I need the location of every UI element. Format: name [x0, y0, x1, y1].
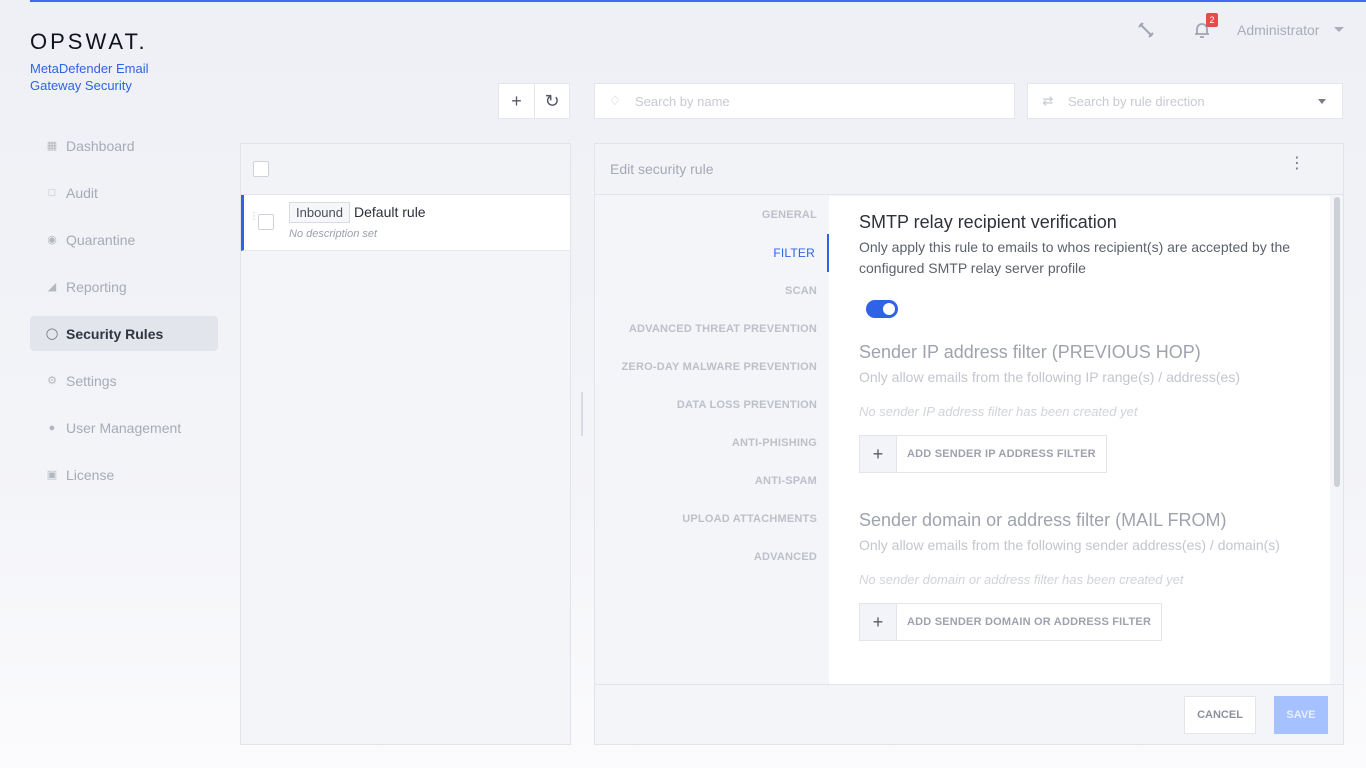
edit-panel-title: Edit security rule: [595, 144, 1343, 195]
sidebar-item-label: Audit: [66, 184, 98, 201]
tab-upload-attachments[interactable]: UPLOAD ATTACHMENTS: [595, 500, 829, 538]
edit-tabs: GENERAL FILTER SCAN ADVANCED THREAT PREV…: [595, 196, 829, 576]
filter-content: SMTP relay recipient verification Only a…: [829, 196, 1330, 686]
chevron-down-icon[interactable]: [1334, 27, 1344, 32]
plus-icon: +: [511, 90, 522, 111]
tab-general[interactable]: GENERAL: [595, 196, 829, 234]
notification-badge: 2: [1206, 13, 1218, 27]
rule-description: No description set: [289, 228, 378, 240]
sidebar-item-quarantine[interactable]: ◉ Quarantine: [30, 222, 218, 257]
section-description: Only allow emails from the following IP …: [859, 369, 1241, 385]
tab-advanced[interactable]: ADVANCED: [595, 538, 829, 576]
unlink-icon[interactable]: [1136, 20, 1158, 42]
rules-list-panel: ⋮ Inbound Default rule No description se…: [240, 143, 571, 745]
tab-anti-phishing[interactable]: ANTI-PHISHING: [595, 424, 829, 462]
quarantine-icon: ◉: [47, 234, 57, 246]
section-title: Sender domain or address filter (MAIL FR…: [859, 510, 1227, 530]
gear-icon: ⚙: [47, 375, 57, 387]
sidebar-item-label: License: [66, 466, 115, 483]
shield-icon: ◯: [45, 328, 59, 340]
section-description: Only allow emails from the following sen…: [859, 537, 1280, 553]
sidebar-item-label: Settings: [66, 372, 117, 389]
table-row[interactable]: ⋮ Inbound Default rule No description se…: [241, 195, 570, 251]
logo-wordmark: OPSWAT.: [30, 29, 148, 54]
sidebar-item-dashboard[interactable]: ▦ Dashboard: [30, 128, 218, 163]
more-options-icon[interactable]: ⋮: [1289, 156, 1305, 172]
section-title: SMTP relay recipient verification: [859, 212, 1117, 232]
users-icon: ●: [48, 421, 56, 434]
search-name-input[interactable]: [635, 93, 935, 109]
add-sender-domain-filter-button[interactable]: + ADD SENDER DOMAIN OR ADDRESS FILTER: [859, 603, 1163, 641]
sidebar-item-label: User Management: [66, 419, 182, 436]
panel-splitter-handle[interactable]: [581, 392, 583, 436]
button-label: ADD SENDER DOMAIN OR ADDRESS FILTER: [907, 616, 1152, 628]
sidebar: ▦ Dashboard □ Audit ◉ Quarantine ◢ Repor…: [30, 128, 218, 504]
search-by-direction[interactable]: ⇄: [1027, 83, 1343, 119]
logo: OPSWAT. MetaDefender Email Gateway Secur…: [30, 29, 170, 94]
sidebar-item-label: Security Rules: [66, 325, 164, 342]
section-description: Only apply this rule to emails to whos r…: [859, 239, 1291, 276]
content-scrollbar[interactable]: [1334, 197, 1340, 487]
rules-list-header: [241, 144, 570, 195]
swap-icon: ⇄: [1042, 93, 1054, 108]
empty-state-text: No sender IP address filter has been cre…: [859, 404, 1138, 419]
sidebar-item-label: Quarantine: [66, 231, 136, 248]
tab-zero-day-malware-prevention[interactable]: ZERO-DAY MALWARE PREVENTION: [595, 348, 829, 386]
dashboard-icon: ▦: [46, 140, 58, 152]
select-all-checkbox[interactable]: [253, 161, 269, 177]
sidebar-item-license[interactable]: ▣ License: [30, 457, 218, 492]
empty-state-text: No sender domain or address filter has b…: [859, 572, 1184, 587]
chevron-down-icon: [1318, 99, 1326, 104]
refresh-button[interactable]: ↻: [533, 84, 569, 118]
smtp-verification-section: SMTP relay recipient verification Only a…: [859, 212, 1309, 279]
license-icon: ▣: [46, 469, 58, 481]
add-sender-ip-filter-button[interactable]: + ADD SENDER IP ADDRESS FILTER: [859, 435, 1107, 473]
tab-anti-spam[interactable]: ANTI-SPAM: [595, 462, 829, 500]
sidebar-item-reporting[interactable]: ◢ Reporting: [30, 269, 218, 304]
sender-domain-filter-section: Sender domain or address filter (MAIL FR…: [859, 510, 1309, 641]
product-name: MetaDefender Email Gateway Security: [30, 60, 170, 94]
refresh-icon: ↻: [544, 90, 560, 111]
tab-data-loss-prevention[interactable]: DATA LOSS PREVENTION: [595, 386, 829, 424]
sidebar-item-user-management[interactable]: ● User Management: [30, 410, 218, 445]
plus-icon: +: [860, 604, 897, 640]
audit-icon: □: [48, 186, 56, 199]
direction-tag: Inbound: [289, 202, 350, 223]
sidebar-item-security-rules[interactable]: ◯ Security Rules: [30, 316, 218, 351]
search-direction-select[interactable]: [1068, 93, 1298, 109]
plus-icon: +: [860, 436, 897, 472]
tag-icon: ♢: [609, 93, 621, 108]
rule-checkbox[interactable]: [258, 214, 274, 230]
search-by-name: ♢: [594, 83, 1015, 119]
edit-rule-panel: Edit security rule ⋮ GENERAL FILTER SCAN…: [594, 143, 1344, 745]
top-accent-line: [30, 0, 1366, 2]
sidebar-item-label: Reporting: [66, 278, 127, 295]
rule-list-toolbar: + ↻: [498, 83, 570, 119]
save-button[interactable]: SAVE: [1274, 696, 1328, 734]
tab-scan[interactable]: SCAN: [595, 272, 829, 310]
tab-advanced-threat-prevention[interactable]: ADVANCED THREAT PREVENTION: [595, 310, 829, 348]
sidebar-item-audit[interactable]: □ Audit: [30, 175, 218, 210]
tab-filter[interactable]: FILTER: [595, 234, 829, 272]
drag-handle-icon[interactable]: ⋮: [249, 212, 259, 222]
add-rule-button[interactable]: +: [499, 84, 534, 118]
chart-icon: ◢: [47, 281, 57, 293]
sender-ip-filter-section: Sender IP address filter (PREVIOUS HOP) …: [859, 342, 1309, 473]
user-menu[interactable]: Administrator: [1237, 22, 1319, 38]
smtp-verification-toggle[interactable]: [866, 300, 898, 318]
rule-name: Default rule: [354, 204, 426, 220]
product-name-line2: Gateway Security: [30, 78, 132, 93]
sidebar-item-label: Dashboard: [66, 137, 135, 154]
product-name-line1: MetaDefender Email: [30, 61, 149, 76]
button-label: ADD SENDER IP ADDRESS FILTER: [907, 448, 1096, 460]
cancel-button[interactable]: CANCEL: [1184, 696, 1256, 734]
edit-footer: CANCEL SAVE: [595, 684, 1343, 744]
sidebar-item-settings[interactable]: ⚙ Settings: [30, 363, 218, 398]
section-title: Sender IP address filter (PREVIOUS HOP): [859, 342, 1201, 362]
